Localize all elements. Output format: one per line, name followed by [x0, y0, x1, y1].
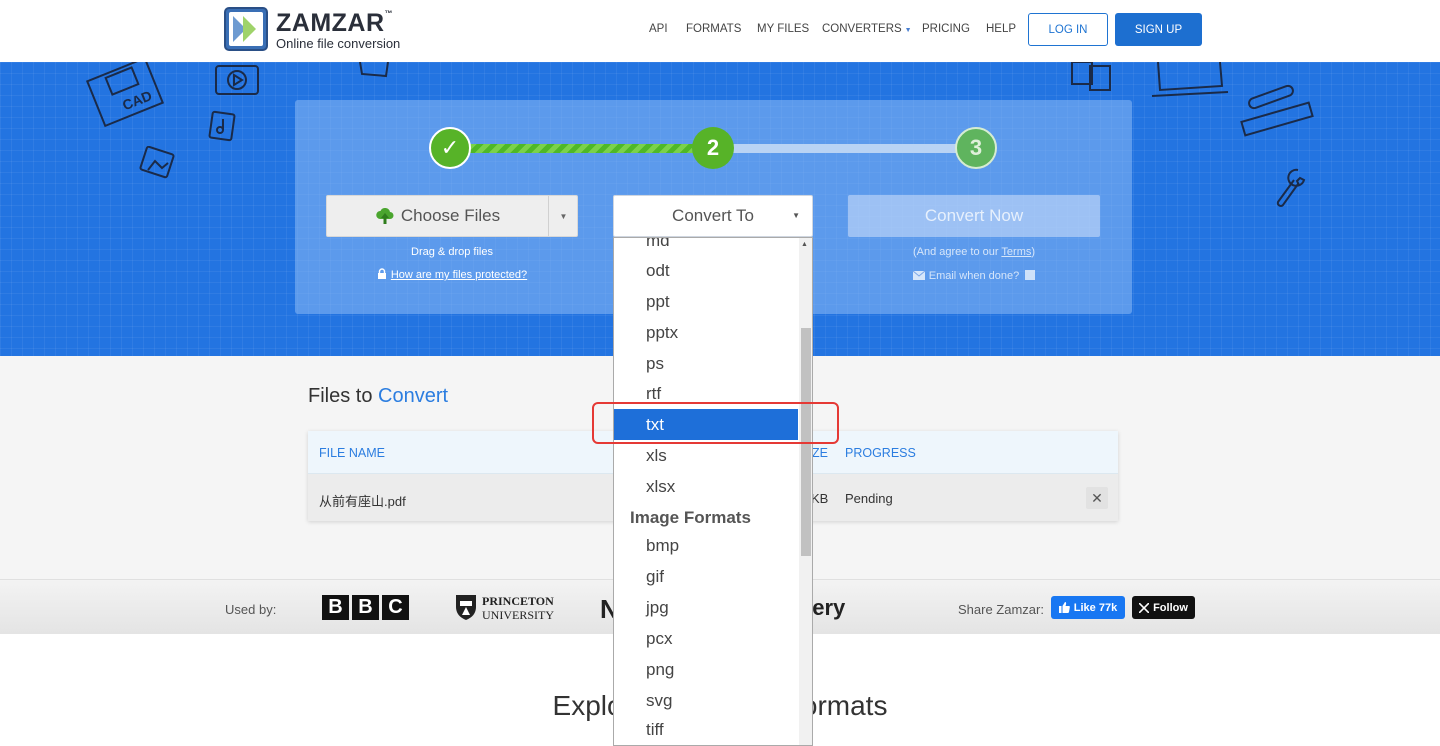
close-icon: ✕ [1091, 489, 1103, 506]
convert-to-select[interactable]: Convert To ▼ [613, 195, 813, 237]
convert-to-label: Convert To [672, 206, 754, 225]
row-file-name: 从前有座山.pdf [319, 494, 406, 509]
thumbs-up-icon [1058, 602, 1070, 613]
nav-converters-label: CONVERTERS [822, 23, 902, 35]
chevron-down-icon: ▼ [904, 27, 912, 34]
brand-name: ZAMZAR™ [276, 9, 394, 37]
files-protected-link[interactable]: How are my files protected? [326, 268, 578, 281]
upload-cloud-icon [376, 207, 394, 224]
option-pptx[interactable]: pptx [614, 317, 798, 348]
option-jpg[interactable]: jpg [614, 592, 798, 623]
file-doodle-icon [359, 62, 389, 78]
drag-drop-hint: Drag & drop files [411, 246, 493, 258]
envelope-icon [912, 270, 926, 280]
choose-files-label: Choose Files [400, 206, 501, 225]
terms-link[interactable]: Terms [1001, 246, 1031, 258]
choose-files-dropdown-toggle[interactable]: ▼ [548, 196, 578, 236]
documents-doodle-icon [1071, 62, 1111, 91]
files-protected-label: How are my files protected? [390, 269, 528, 281]
header-size: ZE [812, 446, 828, 460]
x-follow-button[interactable]: Follow [1132, 596, 1195, 619]
option-png[interactable]: png [614, 654, 798, 685]
scroll-up-arrow-icon[interactable]: ▲ [801, 241, 808, 248]
used-by-label: Used by: [225, 602, 277, 617]
cad-doodle-icon: CAD [86, 62, 165, 128]
email-label: Email when done? [928, 270, 1020, 282]
image-doodle-icon [139, 146, 175, 179]
x-follow-label: Follow [1153, 601, 1188, 614]
nav-converters[interactable]: CONVERTERS ▼ [822, 23, 912, 35]
step-3-indicator: 3 [955, 127, 997, 169]
nav-api[interactable]: API [649, 23, 668, 35]
option-odt[interactable]: odt [614, 255, 798, 286]
princeton-logo: PRINCETON UNIVERSITY [455, 593, 565, 623]
x-logo-icon [1139, 602, 1150, 613]
header-progress: PROGRESS [845, 446, 916, 460]
option-xls[interactable]: xls [614, 440, 798, 471]
zamzar-logo[interactable]: ZAMZAR™ Online file conversion [224, 7, 424, 53]
option-md[interactable]: md [614, 238, 798, 256]
option-bmp[interactable]: bmp [614, 530, 798, 561]
svg-text:CAD: CAD [120, 87, 154, 113]
login-button[interactable]: LOG IN [1028, 13, 1108, 46]
nav-formats[interactable]: FORMATS [686, 23, 741, 35]
nav-pricing[interactable]: PRICING [922, 23, 970, 35]
share-label: Share Zamzar: [958, 602, 1044, 617]
step-1-indicator: ✓ [429, 127, 471, 169]
progress-track-pending [732, 144, 958, 153]
header-file-name: FILE NAME [319, 446, 385, 460]
princeton-shield-icon [456, 595, 476, 620]
email-when-done: Email when done? [848, 270, 1100, 282]
annotation-highlight-box [592, 402, 839, 444]
option-tiff[interactable]: tiff [614, 714, 798, 745]
laptop-doodle-icon [1151, 62, 1229, 97]
row-size: KB [811, 491, 829, 506]
facebook-like-button[interactable]: Like 77k [1051, 596, 1125, 619]
choose-files-button-group: Choose Files ▼ [326, 195, 578, 237]
convert-now-button[interactable]: Convert Now [848, 195, 1100, 237]
choose-files-button[interactable]: Choose Files [327, 196, 548, 236]
step-2-indicator: 2 [692, 127, 734, 169]
music-doodle-icon [208, 110, 236, 142]
bbc-logo: BBC [322, 595, 409, 620]
nav-help[interactable]: HELP [986, 23, 1016, 35]
wrench-doodle-icon [1276, 168, 1306, 207]
option-pcx[interactable]: pcx [614, 623, 798, 654]
row-progress: Pending [845, 491, 893, 506]
option-ps[interactable]: ps [614, 348, 798, 379]
facebook-like-label: Like 77k [1073, 601, 1118, 614]
group-image-formats: Image Formats [630, 508, 751, 527]
option-svg[interactable]: svg [614, 685, 798, 716]
ruler-doodle-icon [1240, 84, 1314, 137]
agree-terms-text: (And agree to our Terms) [912, 246, 1036, 258]
signup-button[interactable]: SIGN UP [1115, 13, 1202, 46]
progress-track-done [468, 144, 694, 153]
zamzar-logo-icon [224, 7, 268, 51]
remove-file-button[interactable]: ✕ [1086, 487, 1108, 509]
convert-to-dropdown-list[interactable]: md odt ppt pptx ps rtf txt xls xlsx Imag… [613, 237, 813, 746]
video-doodle-icon [215, 65, 259, 95]
nav-my-files[interactable]: MY FILES [757, 23, 809, 35]
option-ppt[interactable]: ppt [614, 286, 798, 317]
header: ZAMZAR™ Online file conversion API FORMA… [0, 0, 1440, 62]
option-gif[interactable]: gif [614, 561, 798, 592]
lock-icon [377, 268, 386, 279]
caret-down-icon: ▼ [559, 211, 568, 221]
option-xlsx[interactable]: xlsx [614, 471, 798, 502]
brand-tagline: Online file conversion [276, 36, 401, 51]
caret-down-icon: ▼ [792, 211, 800, 220]
email-checkbox[interactable] [1025, 270, 1036, 280]
files-to-convert-title: Files to Convert [308, 385, 449, 407]
